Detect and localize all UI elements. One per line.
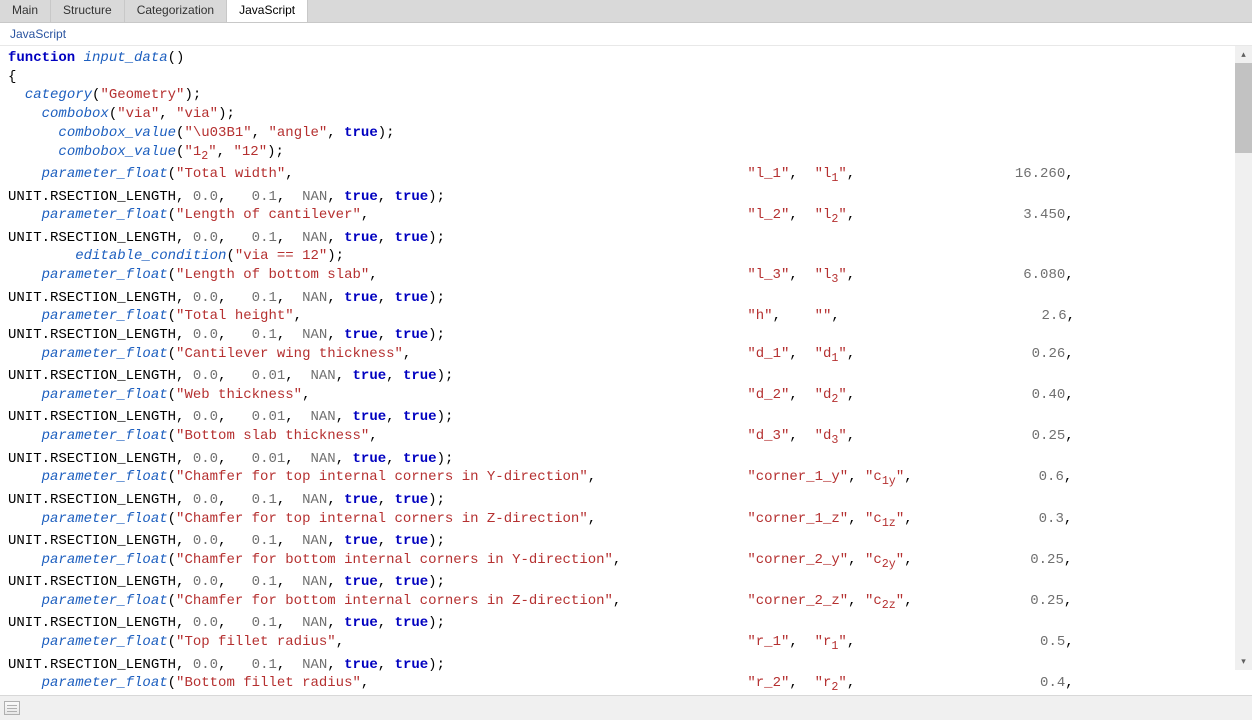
- code-editor[interactable]: function input_data() { category("Geomet…: [0, 46, 1252, 695]
- vertical-scrollbar[interactable]: ▴ ▾: [1235, 46, 1252, 670]
- code-editor-wrap: function input_data() { category("Geomet…: [0, 46, 1252, 695]
- status-bar: [0, 695, 1252, 720]
- tab-structure[interactable]: Structure: [51, 0, 125, 22]
- panel-title: JavaScript: [0, 23, 1252, 46]
- tab-javascript[interactable]: JavaScript: [227, 0, 308, 22]
- tab-main[interactable]: Main: [0, 0, 51, 22]
- scroll-thumb[interactable]: [1235, 63, 1252, 153]
- scroll-up-button[interactable]: ▴: [1235, 46, 1252, 63]
- scroll-down-button[interactable]: ▾: [1235, 653, 1252, 670]
- tab-categorization[interactable]: Categorization: [125, 0, 227, 22]
- tabbar: MainStructureCategorizationJavaScript: [0, 0, 1252, 23]
- page-icon[interactable]: [4, 701, 20, 715]
